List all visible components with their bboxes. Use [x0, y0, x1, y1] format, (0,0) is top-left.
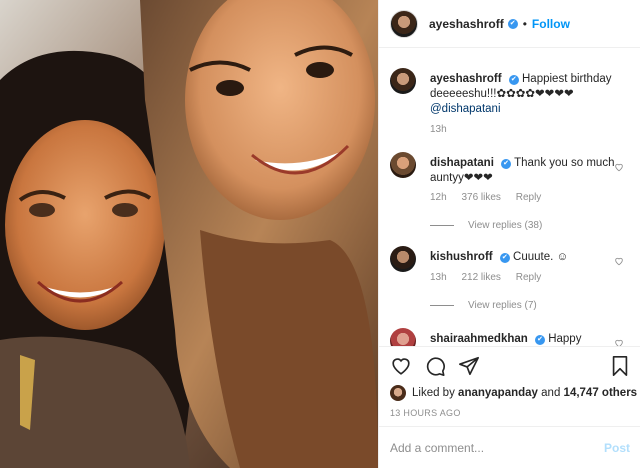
commenter-avatar[interactable] [390, 246, 416, 272]
comment-text: dishapatani ✔ Thank you so much auntyy❤❤… [430, 156, 615, 186]
reply-button[interactable]: Reply [516, 192, 542, 203]
liker-username[interactable]: ananyapanday [458, 387, 538, 399]
verified-icon: ✔ [508, 75, 519, 85]
author-username[interactable]: ayeshashroff [429, 17, 504, 31]
comment-like-icon[interactable] [614, 162, 624, 172]
caption: ayeshashroff ✔ Happiest birthday deeeees… [390, 68, 630, 148]
action-icons [390, 355, 480, 377]
post-timestamp[interactable]: 13 HOURS AGO [390, 408, 461, 418]
comment-username[interactable]: shairaahmedkhan [430, 333, 528, 345]
likes-summary: Liked by ananyapanday and 14,747 others [390, 385, 637, 401]
likes-and: and [541, 387, 561, 399]
comment-item: shairaahmedkhan ✔ Happy [390, 328, 630, 346]
comment-time: 13h [430, 272, 447, 283]
post-actions: Liked by ananyapanday and 14,747 others … [379, 346, 640, 426]
caption-text: ayeshashroff ✔ Happiest birthday deeeees… [430, 72, 615, 117]
comment-text: kishushroff ✔ Cuuute. ☺ [430, 250, 615, 265]
comment-meta: 13h 212 likes Reply [430, 272, 553, 283]
heart-icon[interactable] [390, 355, 412, 377]
replies-divider [430, 225, 454, 226]
share-icon[interactable] [458, 355, 480, 377]
post-button[interactable]: Post [604, 441, 630, 455]
comment-like-icon[interactable] [614, 338, 624, 346]
comment-message: Happy [548, 333, 582, 345]
caption-avatar[interactable] [390, 68, 416, 94]
view-replies-button[interactable]: View replies (7) [430, 300, 537, 311]
reply-button[interactable]: Reply [516, 272, 542, 283]
comment-time: 12h [430, 192, 447, 203]
comment-username[interactable]: kishushroff [430, 251, 493, 263]
caption-username[interactable]: ayeshashroff [430, 73, 502, 85]
post-photo[interactable] [0, 0, 378, 468]
replies-divider [430, 305, 454, 306]
liker-avatar[interactable] [390, 385, 406, 401]
comment-meta: 12h 376 likes Reply [430, 192, 553, 203]
comment-likes[interactable]: 376 likes [461, 192, 500, 203]
caption-time: 13h [430, 124, 447, 135]
separator-dot: • [522, 16, 527, 31]
verified-icon: ✔ [499, 253, 510, 263]
view-replies-button[interactable]: View replies (38) [430, 220, 542, 231]
comment-input[interactable]: Add a comment... [390, 441, 604, 455]
post-header: ayeshashroff ✔ • Follow [379, 0, 640, 48]
commenter-avatar[interactable] [390, 152, 416, 178]
comment-username[interactable]: dishapatani [430, 157, 494, 169]
view-replies-label: View replies (7) [468, 300, 537, 311]
post-viewer: ayeshashroff ✔ • Follow ayeshashroff ✔ H… [0, 0, 640, 468]
author-avatar[interactable] [390, 9, 418, 38]
comment-message: Cuuute. ☺ [513, 251, 569, 263]
comment-text: shairaahmedkhan ✔ Happy [430, 332, 615, 346]
add-comment-bar: Add a comment... Post [379, 426, 640, 468]
verified-icon: ✔ [507, 18, 518, 29]
photo-illustration [0, 0, 378, 468]
comment-item: dishapatani ✔ Thank you so much auntyy❤❤… [390, 152, 630, 242]
comment-item: kishushroff ✔ Cuuute. ☺ 13h 212 likes Re… [390, 246, 630, 336]
caption-meta: 13h [430, 124, 459, 135]
verified-icon: ✔ [535, 335, 545, 345]
verified-icon: ✔ [501, 159, 512, 169]
comment-like-icon[interactable] [614, 256, 624, 266]
likes-count[interactable]: 14,747 others [564, 387, 638, 399]
view-replies-label: View replies (38) [468, 220, 543, 231]
comments-list[interactable]: ayeshashroff ✔ Happiest birthday deeeees… [379, 48, 640, 346]
likes-prefix: Liked by [412, 387, 455, 399]
bookmark-icon[interactable] [609, 355, 631, 377]
comment-likes[interactable]: 212 likes [461, 272, 500, 283]
follow-button[interactable]: Follow [532, 17, 570, 31]
post-side-panel: ayeshashroff ✔ • Follow ayeshashroff ✔ H… [378, 0, 640, 468]
commenter-avatar[interactable] [390, 328, 416, 346]
comment-icon[interactable] [424, 355, 446, 377]
mention-link[interactable]: @dishapatani [430, 103, 501, 115]
